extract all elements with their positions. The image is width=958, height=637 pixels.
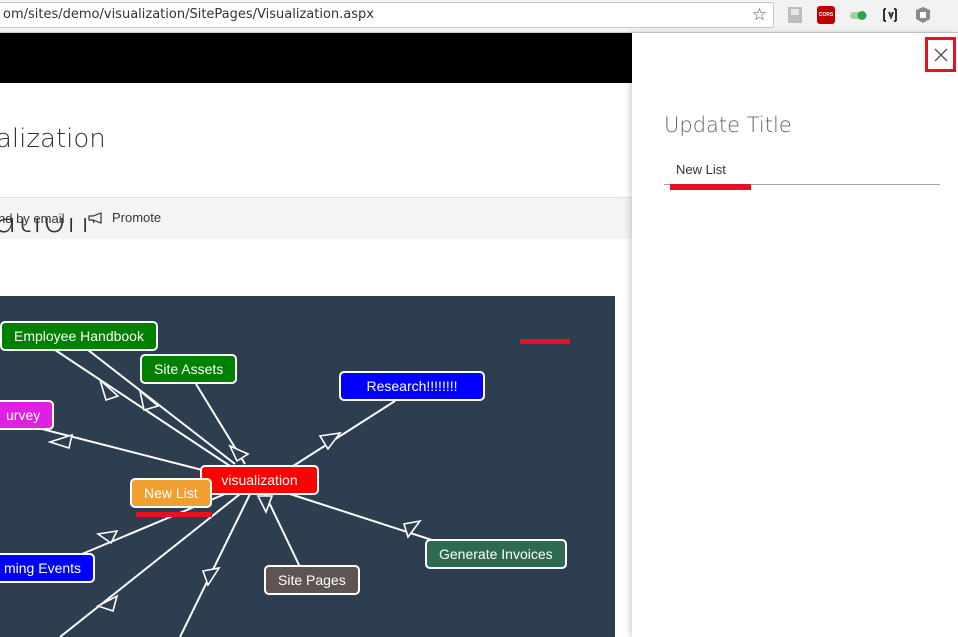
browser-toolbar: om/sites/demo/visualization/SitePages/Vi… xyxy=(0,0,958,33)
cors-icon[interactable]: CORS xyxy=(817,6,835,24)
annotation-underline xyxy=(670,184,751,190)
close-button[interactable] xyxy=(925,37,956,72)
shield-icon[interactable] xyxy=(914,6,932,24)
node-generate-invoices[interactable]: Generate Invoices xyxy=(425,539,567,569)
arrowhead-2 xyxy=(138,388,160,412)
address-bar[interactable]: om/sites/demo/visualization/SitePages/Vi… xyxy=(0,2,774,28)
edge-generate-invoices xyxy=(289,493,436,542)
promote-button[interactable]: Promote xyxy=(88,210,161,225)
arrowhead-5 xyxy=(47,433,74,450)
arrowhead-3 xyxy=(228,444,250,463)
node-research[interactable]: Research!!!!!!!! xyxy=(339,371,485,401)
command-bar: nd by email Promote xyxy=(0,197,632,239)
bookmark-icon[interactable] xyxy=(786,6,804,24)
page-heading: ation xyxy=(0,218,90,248)
visualization-canvas[interactable]: Employee Handbook Site Assets Research!!… xyxy=(0,296,615,637)
node-employee-handbook[interactable]: Employee Handbook xyxy=(0,321,158,351)
node-site-pages[interactable]: Site Pages xyxy=(264,565,360,595)
promote-label: Promote xyxy=(112,210,162,225)
edge-site-pages xyxy=(264,493,301,568)
node-new-list[interactable]: New List xyxy=(130,478,212,508)
node-survey[interactable]: urvey xyxy=(0,400,55,430)
title-input[interactable] xyxy=(664,155,940,185)
edge-research xyxy=(289,400,396,469)
close-icon xyxy=(934,48,947,61)
arrowhead-9 xyxy=(201,566,221,587)
bracket-icon[interactable] xyxy=(881,6,899,24)
annotation-underline xyxy=(136,512,212,517)
suite-bar xyxy=(0,33,632,83)
page-heading-text: ation xyxy=(0,218,91,241)
node-visualization[interactable]: visualization xyxy=(200,465,319,495)
toggle-icon[interactable] xyxy=(849,6,869,24)
site-title[interactable]: alization xyxy=(0,124,106,154)
node-upcoming-events[interactable]: ming Events xyxy=(0,553,96,583)
annotation-underline xyxy=(520,339,570,344)
node-site-assets[interactable]: Site Assets xyxy=(140,354,238,384)
bookmark-star-icon[interactable]: ☆ xyxy=(752,5,767,25)
panel-title: Update Title xyxy=(664,113,792,137)
megaphone-icon xyxy=(88,211,102,224)
url-text: om/sites/demo/visualization/SitePages/Vi… xyxy=(3,7,374,22)
update-title-panel: Update Title xyxy=(632,33,958,637)
